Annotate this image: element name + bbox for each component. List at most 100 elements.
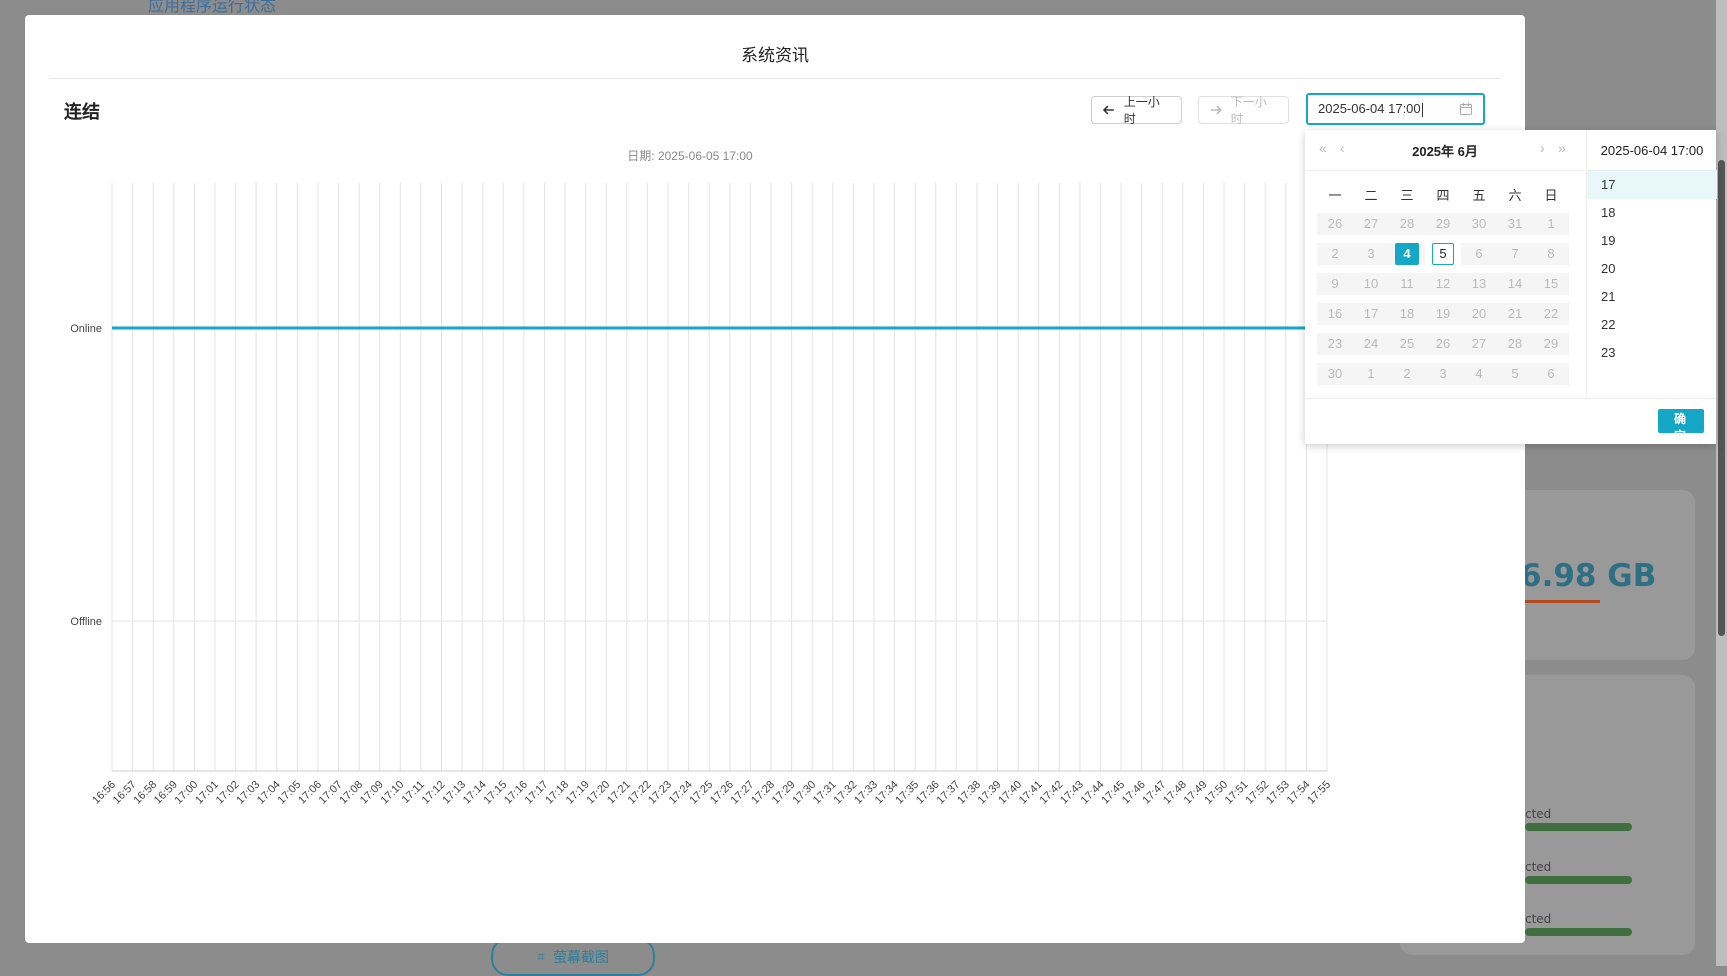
datetime-input[interactable]: 2025-06-04 17:00: [1306, 93, 1485, 125]
hour-option[interactable]: 19: [1587, 227, 1717, 255]
calendar-day[interactable]: 3: [1425, 363, 1461, 385]
page-scrollbar[interactable]: [1716, 0, 1727, 966]
calendar-day-label: 27: [1471, 336, 1487, 351]
calendar-icon: [1460, 103, 1472, 115]
calendar-day[interactable]: 18: [1389, 303, 1425, 325]
background-link: 应用程序运行状态: [148, 0, 277, 15]
hour-option[interactable]: 21: [1587, 283, 1717, 311]
system-info-modal: 系统资讯 连结 上一小时 下一小时 日期: 2025-06-05 17:00 16…: [25, 15, 1525, 943]
calendar-day[interactable]: 1: [1353, 363, 1389, 385]
calendar-day[interactable]: 21: [1497, 303, 1533, 325]
calendar-day-label: 1: [1367, 366, 1375, 381]
calendar-day[interactable]: 28: [1389, 213, 1425, 235]
calendar-day[interactable]: 20: [1461, 303, 1497, 325]
calendar-day[interactable]: 3: [1353, 243, 1389, 265]
calendar-day-label: 7: [1511, 246, 1519, 261]
calendar-day-label: 18: [1399, 306, 1415, 321]
background-progress-bar: [1525, 600, 1600, 603]
calendar-day-label: 15: [1543, 276, 1559, 291]
datetime-input-value: 2025-06-04 17:00: [1318, 101, 1421, 117]
calendar-day[interactable]: 17: [1353, 303, 1389, 325]
confirm-button[interactable]: 确 定: [1658, 409, 1704, 443]
calendar-day[interactable]: 29: [1425, 213, 1461, 235]
calendar-day-label: 16: [1327, 306, 1343, 321]
hour-list[interactable]: 17 18 19 20 21 22 23: [1587, 171, 1717, 367]
calendar-day[interactable]: 22: [1533, 303, 1569, 325]
calendar-day[interactable]: 31: [1497, 213, 1533, 235]
calendar-day-label: 24: [1363, 336, 1379, 351]
hour-option[interactable]: 17: [1587, 171, 1717, 199]
calendar-day[interactable]: 15: [1533, 273, 1569, 295]
page-scrollbar-thumb[interactable]: [1718, 160, 1725, 636]
y-tick-label: Online: [70, 323, 102, 335]
calendar-day-label: 11: [1400, 276, 1414, 291]
calendar-day[interactable]: 6: [1461, 243, 1497, 265]
calendar-week-row: 26 27 28 29 30 31 1: [1317, 209, 1569, 239]
calendar-week-row: 9 10 11 12 13 14 15: [1317, 269, 1569, 299]
calendar-day[interactable]: 4: [1461, 363, 1497, 385]
calendar-week-row: 2 3 45 6 7 8: [1317, 239, 1569, 269]
calendar-day-label: 6: [1547, 366, 1555, 381]
calendar-day[interactable]: 8: [1533, 243, 1569, 265]
calendar-day[interactable]: 19: [1425, 303, 1461, 325]
calendar-day-label: 25: [1399, 336, 1415, 351]
x-tick-label: 17:55: [1305, 779, 1333, 807]
calendar-day[interactable]: 14: [1497, 273, 1533, 295]
next-month-icon[interactable]: ›: [1540, 140, 1545, 156]
calendar-day[interactable]: 29: [1533, 333, 1569, 355]
calendar-day[interactable]: 5: [1497, 363, 1533, 385]
calendar-day[interactable]: 27: [1353, 213, 1389, 235]
calendar-day[interactable]: 23: [1317, 333, 1353, 355]
screenshot-button-label: 萤幕截图: [552, 950, 609, 966]
calendar-day-label: 26: [1435, 336, 1451, 351]
calendar-day[interactable]: 16: [1317, 303, 1353, 325]
calendar-day[interactable]: 24: [1353, 333, 1389, 355]
x-tick-label: 17:10: [378, 779, 406, 807]
calendar-day-label: 4: [1475, 366, 1483, 381]
weekday-label: 四: [1436, 187, 1450, 203]
weekday-label: 一: [1328, 187, 1342, 203]
calendar-day[interactable]: 25: [1389, 333, 1425, 355]
calendar-day[interactable]: 26: [1425, 333, 1461, 355]
calendar-day[interactable]: 28: [1497, 333, 1533, 355]
calendar-day[interactable]: 13: [1461, 273, 1497, 295]
calendar-day[interactable]: 6: [1533, 363, 1569, 385]
calendar-day-label: 2: [1331, 246, 1339, 261]
calendar-day-label: 4: [1395, 243, 1419, 265]
time-header: 2025-06-04 17:00: [1587, 130, 1717, 171]
calendar-day-today[interactable]: 5: [1425, 243, 1461, 265]
screenshot-button[interactable]: ⌗ 萤幕截图: [491, 938, 655, 976]
calendar-day-label: 12: [1435, 276, 1451, 291]
calendar-day-label: 9: [1331, 276, 1339, 291]
calendar-day[interactable]: 10: [1353, 273, 1389, 295]
calendar-day-label: 21: [1507, 306, 1523, 321]
calendar-day[interactable]: 30: [1317, 363, 1353, 385]
calendar-day[interactable]: 2: [1317, 243, 1353, 265]
calendar-day-selected[interactable]: 4: [1389, 243, 1425, 265]
hour-option[interactable]: 23: [1587, 339, 1717, 367]
connection-chart: 日期: 2025-06-05 17:0016:5616:5716:5816:59…: [70, 149, 1333, 807]
y-tick-label: Offline: [70, 616, 102, 628]
hour-option[interactable]: 18: [1587, 199, 1717, 227]
calendar-day[interactable]: 11: [1389, 273, 1425, 295]
hour-option[interactable]: 20: [1587, 255, 1717, 283]
calendar-day[interactable]: 27: [1461, 333, 1497, 355]
crop-icon: ⌗: [537, 949, 545, 965]
calendar-day[interactable]: 9: [1317, 273, 1353, 295]
calendar-week-row: 30 1 2 3 4 5 6: [1317, 359, 1569, 389]
calendar-day-label: 30: [1471, 216, 1487, 231]
weekday-label: 六: [1508, 187, 1522, 203]
calendar-day[interactable]: 12: [1425, 273, 1461, 295]
calendar-day-label: 1: [1547, 216, 1555, 231]
calendar-day[interactable]: 26: [1317, 213, 1353, 235]
hour-option[interactable]: 22: [1587, 311, 1717, 339]
weekday-label: 三: [1400, 187, 1414, 203]
calendar-day[interactable]: 7: [1497, 243, 1533, 265]
weekday-header: 一二三四五六日: [1317, 179, 1569, 209]
picker-footer: 确 定: [1305, 398, 1716, 445]
calendar-day[interactable]: 1: [1533, 213, 1569, 235]
next-year-icon[interactable]: »: [1558, 140, 1566, 156]
calendar-day[interactable]: 2: [1389, 363, 1425, 385]
calendar-day[interactable]: 30: [1461, 213, 1497, 235]
calendar-day-label: 26: [1327, 216, 1343, 231]
